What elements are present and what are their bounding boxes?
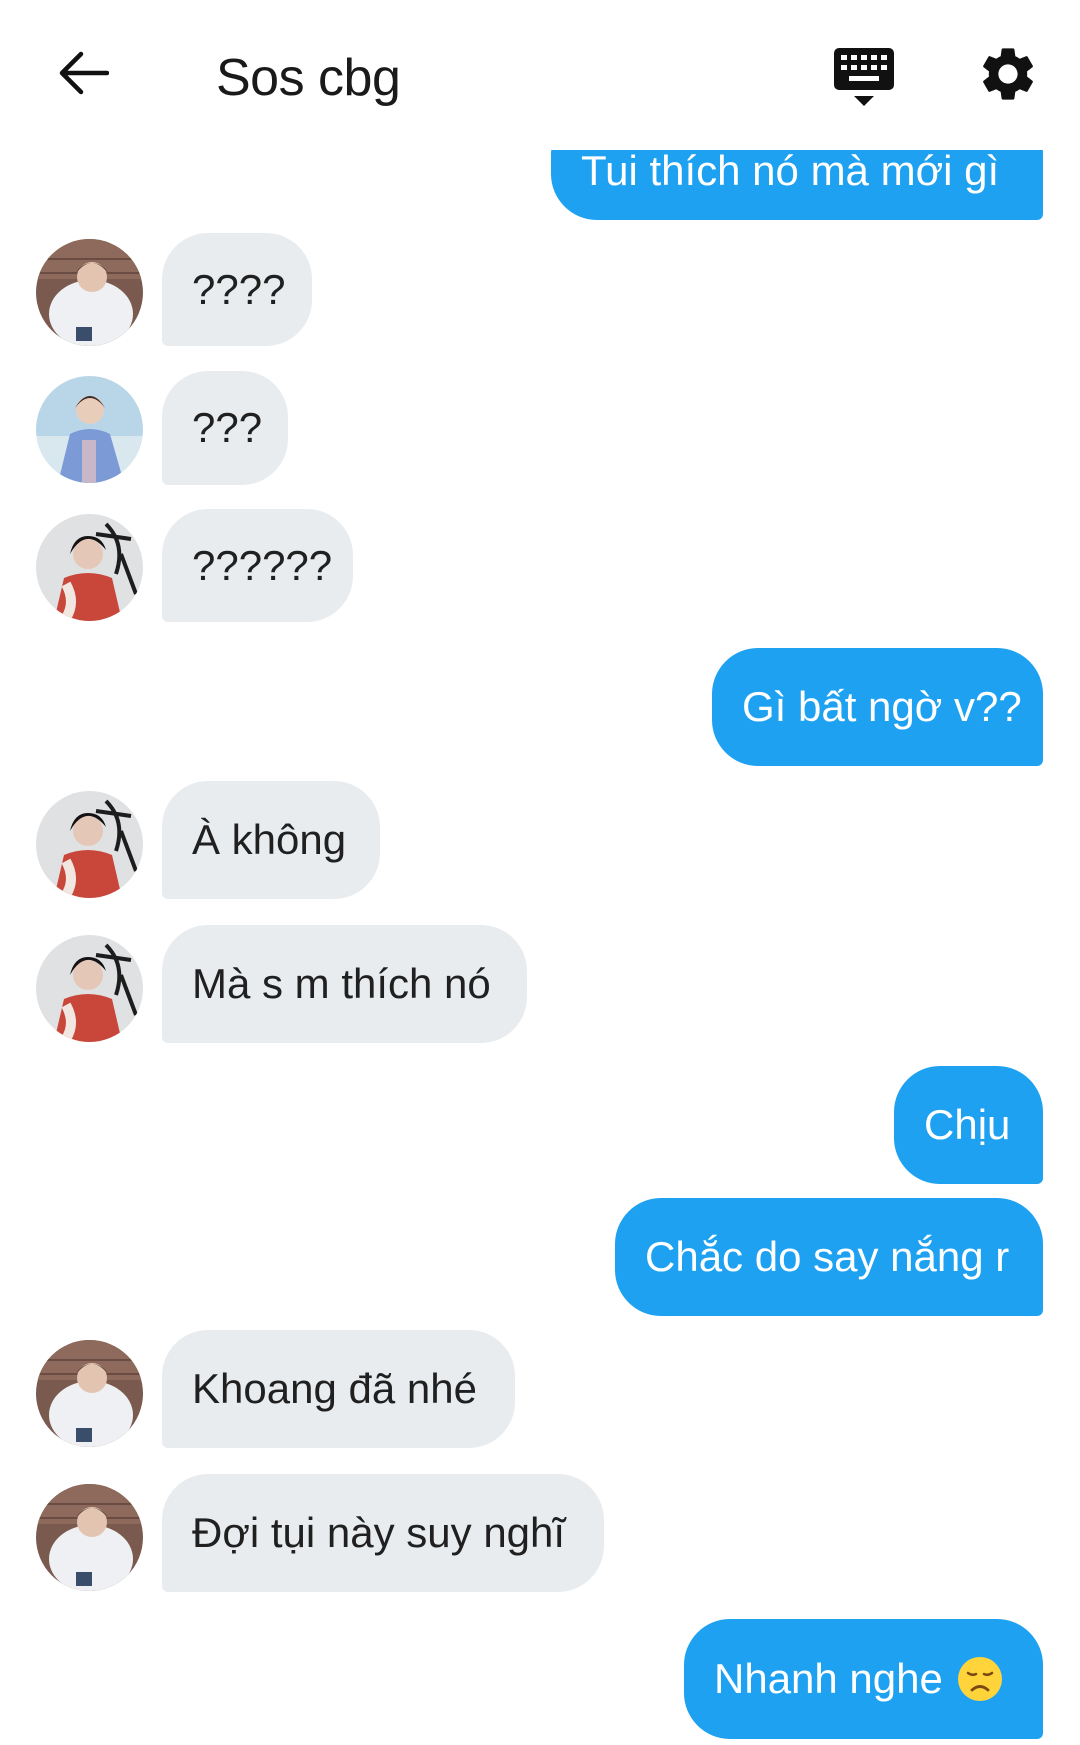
chat-header: Sos cbg [0, 0, 1080, 150]
message-row: ?????? [0, 509, 1080, 622]
incoming-bubble[interactable]: À không [162, 781, 380, 899]
message-text: Nhanh nghe [714, 1655, 943, 1702]
settings-button[interactable] [976, 42, 1040, 106]
avatar[interactable] [36, 1340, 143, 1447]
gear-icon [983, 48, 1033, 100]
message-row: Chịu [0, 1066, 1080, 1184]
incoming-bubble[interactable]: Khoang đã nhé [162, 1330, 515, 1448]
avatar[interactable] [36, 791, 143, 898]
message-text: ??? [192, 404, 263, 451]
message-row: À không [0, 781, 1080, 899]
page-title[interactable]: Sos cbg [216, 48, 401, 108]
message-text: Đợi tụi này suy nghĩ [192, 1509, 566, 1556]
avatar[interactable] [36, 514, 143, 621]
outgoing-bubble[interactable]: Nhanh nghe [684, 1619, 1043, 1739]
message-text: Khoang đã nhé [192, 1365, 477, 1412]
incoming-bubble[interactable]: ?????? [162, 509, 353, 622]
arrow-left-icon [59, 51, 109, 95]
avatar[interactable] [36, 239, 143, 346]
disappointed-face-icon [957, 1656, 1003, 1702]
avatar[interactable] [36, 935, 143, 1042]
message-row: Gì bất ngờ v?? [0, 648, 1080, 766]
message-text: Mà s m thích nó [192, 960, 491, 1007]
message-row: Chắc do say nắng r [0, 1198, 1080, 1316]
incoming-bubble[interactable]: ??? [162, 371, 288, 485]
keyboard-button[interactable] [832, 46, 896, 110]
outgoing-bubble[interactable]: Chắc do say nắng r [615, 1198, 1043, 1316]
message-row: Nhanh nghe [0, 1619, 1080, 1739]
avatar[interactable] [36, 1484, 143, 1591]
outgoing-bubble[interactable]: Chịu [894, 1066, 1043, 1184]
back-button[interactable] [52, 42, 114, 104]
message-text: Chắc do say nắng r [645, 1233, 1010, 1280]
message-text: Tui thích nó mà mới gì [581, 147, 1000, 194]
incoming-bubble[interactable]: Mà s m thích nó [162, 925, 527, 1043]
incoming-bubble[interactable]: ???? [162, 233, 312, 346]
message-row: ??? [0, 371, 1080, 485]
message-text: ???? [192, 265, 286, 313]
incoming-bubble[interactable]: Đợi tụi này suy nghĩ [162, 1474, 604, 1592]
message-text: À không [192, 816, 347, 863]
message-text: Gì bất ngờ v?? [742, 683, 1022, 730]
avatar[interactable] [36, 376, 143, 483]
message-row: Mà s m thích nó [0, 925, 1080, 1043]
message-row: ???? [0, 233, 1080, 346]
message-row: Khoang đã nhé [0, 1330, 1080, 1448]
message-text: Chịu [924, 1101, 1011, 1148]
keyboard-icon [834, 48, 894, 106]
outgoing-bubble[interactable]: Gì bất ngờ v?? [712, 648, 1043, 766]
message-list[interactable]: Tui thích nó mà mới gì ???? ??? ?????? G… [0, 0, 1080, 1745]
message-text: ?????? [192, 541, 333, 589]
message-row: Đợi tụi này suy nghĩ [0, 1474, 1080, 1592]
